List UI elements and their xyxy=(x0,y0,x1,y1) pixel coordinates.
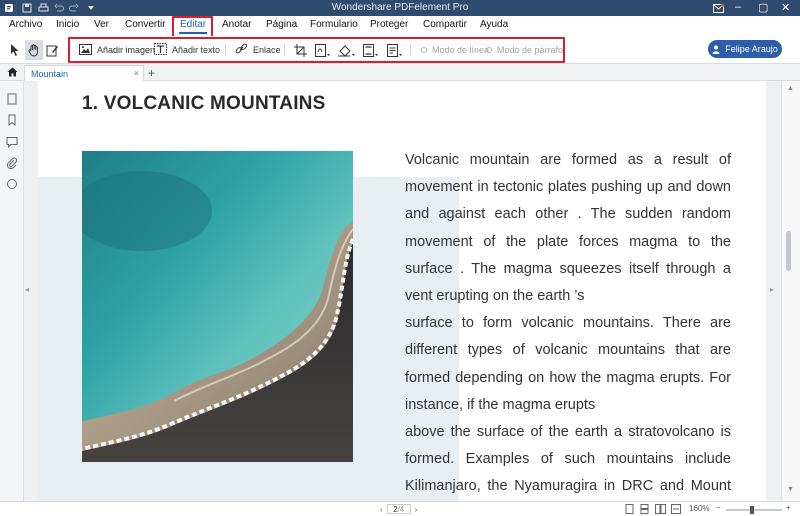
menu-archivo[interactable]: Archivo xyxy=(9,19,42,30)
line-mode-radio[interactable]: Modo de línea xyxy=(421,43,489,57)
title-bar: Wondershare PDFelement Pro – ▢ ✕ xyxy=(0,0,800,16)
zoom-in-icon[interactable]: + xyxy=(786,503,791,512)
scroll-down-icon[interactable]: ▼ xyxy=(787,486,794,493)
close-tab-icon[interactable]: × xyxy=(134,68,139,78)
close-button[interactable]: ✕ xyxy=(781,1,790,14)
window-title: Wondershare PDFelement Pro xyxy=(331,2,469,13)
menu-editar[interactable]: Editar xyxy=(180,19,206,30)
scroll-thumb[interactable] xyxy=(786,231,791,271)
toolbar-separator xyxy=(225,44,226,56)
paragraph-mode-label: Modo de párrafo xyxy=(497,45,564,55)
add-image-label: Añadir imagen xyxy=(97,45,156,55)
scroll-up-icon[interactable]: ▲ xyxy=(787,85,794,92)
two-page-view-icon[interactable] xyxy=(655,504,666,516)
document-viewport[interactable]: 1. VOLCANIC MOUNTAINS Volcanic mountain … xyxy=(24,81,781,501)
crop-icon[interactable] xyxy=(294,43,307,57)
volcanic-pool-image[interactable] xyxy=(82,151,353,462)
paragraph-2[interactable]: surface to form volcanic mountains. Ther… xyxy=(405,310,731,419)
paragraph-1[interactable]: Volcanic mountain are formed as a result… xyxy=(405,147,731,310)
edit-toolbar: Añadir imagen Añadir texto Enlace Modo d… xyxy=(0,36,800,64)
paragraph-mode-radio[interactable]: Modo de párrafo xyxy=(486,43,563,57)
header-footer-icon[interactable] xyxy=(363,43,379,57)
page-navigator: ‹ 2/4 › xyxy=(380,504,417,514)
next-page-icon[interactable]: › xyxy=(415,505,418,514)
prev-page-icon[interactable]: ‹ xyxy=(380,505,383,514)
page-thumbnail-icon[interactable] xyxy=(6,93,18,105)
collapse-right-icon[interactable]: ▸ xyxy=(770,285,774,294)
menu-inicio[interactable]: Inicio xyxy=(56,19,79,30)
zoom-slider-handle[interactable] xyxy=(750,506,754,514)
menu-ayuda[interactable]: Ayuda xyxy=(480,19,508,30)
minimize-button[interactable]: – xyxy=(735,1,741,13)
user-name: Felipe Araujo xyxy=(725,44,778,54)
collapse-left-icon[interactable]: ◂ xyxy=(25,285,29,294)
user-account-button[interactable]: Felipe Araujo xyxy=(708,40,782,58)
menu-compartir[interactable]: Compartir xyxy=(423,19,467,30)
left-sidebar xyxy=(0,81,24,501)
single-page-view-icon[interactable] xyxy=(625,504,634,516)
comment-icon[interactable] xyxy=(6,136,18,149)
link-icon xyxy=(235,43,248,57)
link-button[interactable]: Enlace xyxy=(235,43,281,57)
page-heading[interactable]: 1. VOLCANIC MOUNTAINS xyxy=(82,93,325,115)
fit-width-icon[interactable] xyxy=(671,504,681,516)
zoom-out-icon[interactable]: − xyxy=(716,503,721,512)
image-icon xyxy=(79,43,92,57)
app-window: Wondershare PDFelement Pro – ▢ ✕ Archivo… xyxy=(0,0,800,516)
menu-ver[interactable]: Ver xyxy=(94,19,109,30)
home-icon[interactable] xyxy=(7,67,18,80)
attachment-icon[interactable] xyxy=(6,157,18,170)
document-tabs-bar: Mountain × + xyxy=(0,64,800,81)
pdf-page[interactable]: 1. VOLCANIC MOUNTAINS Volcanic mountain … xyxy=(38,81,766,501)
bookmark-icon[interactable] xyxy=(6,114,18,127)
add-tab-icon[interactable]: + xyxy=(148,66,155,80)
menu-convertir[interactable]: Convertir xyxy=(125,19,166,30)
menu-pagina[interactable]: Página xyxy=(266,19,297,30)
continuous-view-icon[interactable] xyxy=(640,504,649,516)
watermark-icon[interactable] xyxy=(315,43,331,57)
menu-bar: Archivo Inicio Ver Convertir Editar Anot… xyxy=(0,16,800,36)
text-box-icon xyxy=(154,43,167,57)
maximize-button[interactable]: ▢ xyxy=(758,1,768,14)
menu-formulario[interactable]: Formulario xyxy=(310,19,358,30)
edit-icon[interactable] xyxy=(46,43,59,57)
paragraph-3[interactable]: above the surface of the earth a stratov… xyxy=(405,419,731,501)
tab-label: Mountain xyxy=(31,69,69,79)
toolbar-separator xyxy=(284,44,285,56)
add-image-button[interactable]: Añadir imagen xyxy=(79,43,155,57)
search-icon[interactable] xyxy=(6,178,18,190)
zoom-slider[interactable] xyxy=(726,506,782,514)
page-number-input[interactable]: 2/4 xyxy=(386,504,411,514)
menu-anotar[interactable]: Anotar xyxy=(222,19,251,30)
menu-proteger[interactable]: Proteger xyxy=(370,19,408,30)
mail-icon[interactable] xyxy=(713,2,724,14)
user-icon xyxy=(712,45,720,54)
active-menu-indicator xyxy=(179,32,207,34)
radio-circle xyxy=(486,47,492,53)
line-mode-label: Modo de línea xyxy=(432,45,490,55)
hand-icon[interactable] xyxy=(25,40,43,60)
tab-mountain[interactable]: Mountain × xyxy=(24,65,144,81)
background-fill-icon[interactable] xyxy=(338,43,356,57)
link-label: Enlace xyxy=(253,45,281,55)
status-bar: ‹ 2/4 › 160% − + xyxy=(0,501,800,516)
zoom-level[interactable]: 160% xyxy=(689,504,709,513)
toolbar-separator xyxy=(410,44,411,56)
add-text-button[interactable]: Añadir texto xyxy=(154,43,220,57)
bates-number-icon[interactable] xyxy=(387,43,403,57)
body-text-block[interactable]: Volcanic mountain are formed as a result… xyxy=(405,147,731,501)
select-arrow-icon[interactable] xyxy=(9,43,21,57)
vertical-scrollbar[interactable]: ▲ ▼ xyxy=(781,81,800,501)
radio-circle xyxy=(421,47,427,53)
add-text-label: Añadir texto xyxy=(172,45,221,55)
